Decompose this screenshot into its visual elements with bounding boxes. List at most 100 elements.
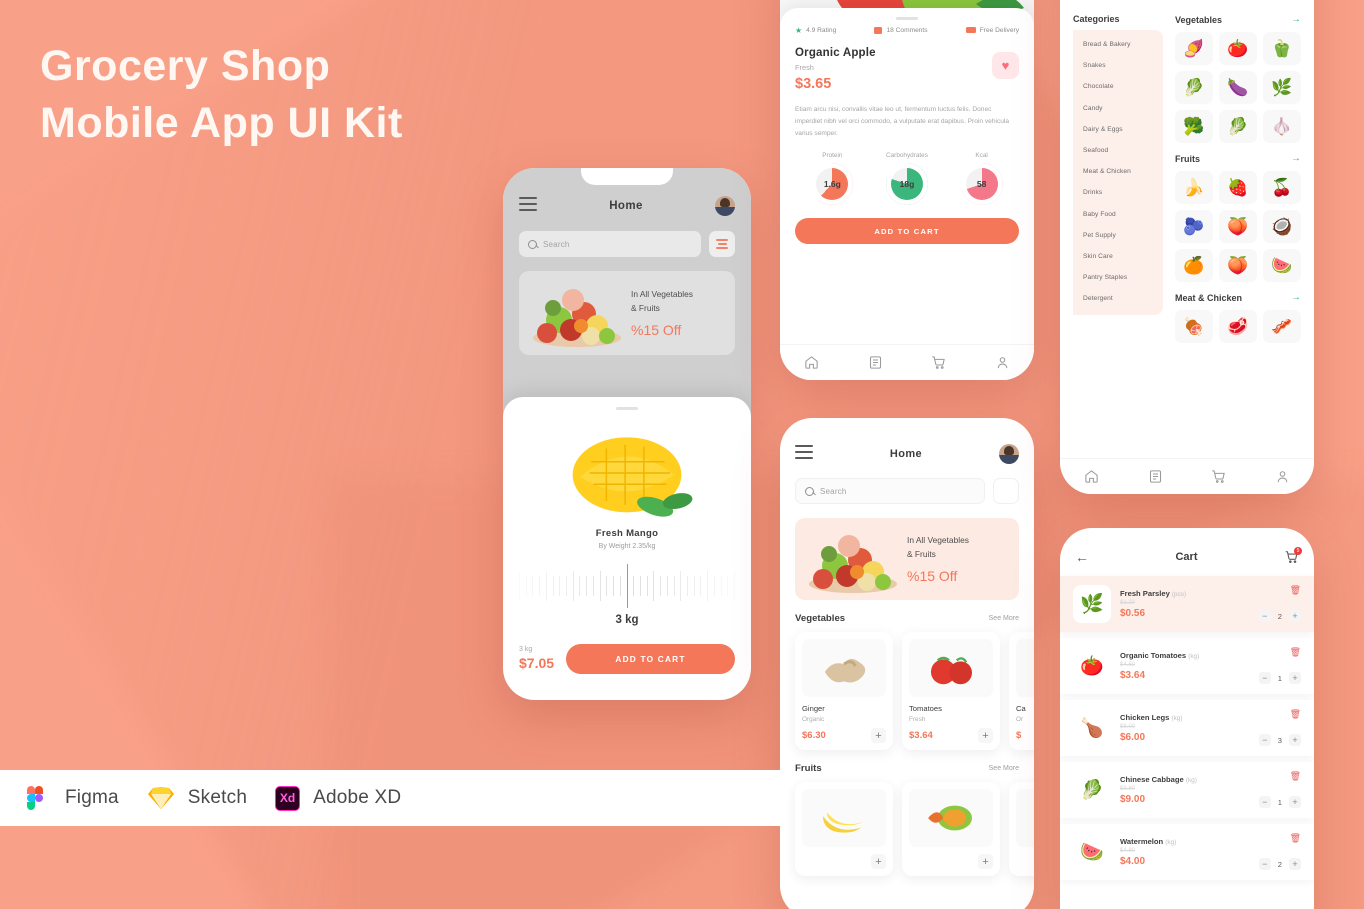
add-product-button[interactable]: + [871, 728, 886, 743]
promo-banner[interactable]: In All Vegetables & Fruits %15 Off [795, 518, 1019, 600]
arrow-right-icon[interactable]: → [1291, 153, 1301, 164]
category-thumbnail[interactable]: 🌿 [1263, 71, 1301, 104]
avatar[interactable] [715, 196, 735, 216]
category-item[interactable]: Seafood [1073, 140, 1163, 161]
cart-count-badge: 5 [1294, 547, 1302, 555]
decrease-quantity-button[interactable]: − [1258, 610, 1271, 622]
category-thumbnail[interactable]: 🍠 [1175, 32, 1213, 65]
category-item[interactable]: Skin Care [1073, 246, 1163, 267]
arrow-right-icon[interactable]: → [1291, 292, 1301, 303]
category-thumbnail[interactable]: 🫐 [1175, 210, 1213, 243]
category-thumbnail[interactable]: 🥓 [1263, 310, 1301, 343]
product-card[interactable]: Ginger Organic $6.30 + [795, 632, 893, 750]
tool-sketch[interactable]: Sketch [147, 786, 247, 810]
home-icon[interactable] [804, 355, 819, 370]
category-thumbnail[interactable]: 🍓 [1219, 171, 1257, 204]
decrease-quantity-button[interactable]: − [1258, 734, 1271, 746]
add-to-cart-button[interactable]: ADD TO CART [795, 218, 1019, 245]
cart-icon[interactable]: 5 [1284, 547, 1302, 564]
decrease-quantity-button[interactable]: − [1258, 796, 1271, 808]
promo-banner[interactable]: In All Vegetables & Fruits %15 Off [519, 271, 735, 355]
category-item[interactable]: Detergent [1073, 288, 1163, 309]
trash-icon[interactable]: 🗑 [1290, 833, 1301, 844]
sheet-grabber[interactable] [616, 407, 638, 410]
profile-icon[interactable] [995, 355, 1010, 370]
trash-icon[interactable]: 🗑 [1290, 771, 1301, 782]
heart-icon[interactable]: ♥ [992, 52, 1019, 79]
category-item[interactable]: Drinks [1073, 182, 1163, 203]
category-thumbnail[interactable]: 🥩 [1219, 310, 1257, 343]
weight-ruler-slider[interactable] [519, 563, 735, 608]
decrease-quantity-button[interactable]: − [1258, 858, 1271, 870]
category-thumbnail[interactable]: 🍊 [1175, 249, 1213, 282]
category-thumbnail[interactable]: 🍖 [1175, 310, 1213, 343]
search-input[interactable]: Search [795, 478, 985, 504]
increase-quantity-button[interactable]: + [1289, 672, 1301, 684]
cart-item-row[interactable]: 🥬 Chinese Cabbage (kg) $9.80 $9.00 🗑 −1 + [1060, 762, 1314, 818]
arrow-right-icon[interactable]: → [1291, 14, 1301, 25]
category-thumbnail[interactable]: 🧄 [1263, 110, 1301, 143]
avatar[interactable] [999, 444, 1019, 464]
category-item[interactable]: Pet Supply [1073, 225, 1163, 246]
product-card[interactable]: + [795, 782, 893, 876]
product-card[interactable]: + [902, 782, 1000, 876]
category-thumbnail[interactable]: 🍉 [1263, 249, 1301, 282]
cart-item-row[interactable]: 🍉 Watermelon (kg) $4.80 $4.00 🗑 −2 + [1060, 824, 1314, 880]
add-product-button[interactable]: + [978, 854, 993, 869]
tool-figma[interactable]: Figma [26, 785, 119, 811]
category-item[interactable]: Snakes [1073, 55, 1163, 76]
category-thumbnail[interactable]: 🍌 [1175, 171, 1213, 204]
increase-quantity-button[interactable]: + [1289, 796, 1301, 808]
category-thumbnail[interactable]: 🫑 [1263, 32, 1301, 65]
product-card-partial[interactable]: + [1009, 782, 1034, 876]
increase-quantity-button[interactable]: + [1289, 610, 1301, 622]
hamburger-icon[interactable] [519, 197, 537, 215]
list-icon[interactable] [1148, 469, 1163, 484]
category-thumbnail[interactable]: 🥬 [1175, 71, 1213, 104]
profile-icon[interactable] [1275, 469, 1290, 484]
increase-quantity-button[interactable]: + [1289, 858, 1301, 870]
list-icon[interactable] [868, 355, 883, 370]
tool-adobe-xd[interactable]: Xd Adobe XD [275, 785, 401, 811]
category-thumbnail[interactable]: 🥥 [1263, 210, 1301, 243]
category-item[interactable]: Chocolate [1073, 76, 1163, 97]
cart-item-row[interactable]: 🌿 Fresh Parsley (pcs) $1.20 $0.56 🗑 −2 + [1060, 576, 1314, 632]
sheet-grabber[interactable] [896, 17, 918, 20]
category-item[interactable]: Candy [1073, 98, 1163, 119]
trash-icon[interactable]: 🗑 [1290, 585, 1301, 596]
cart-icon[interactable] [931, 355, 946, 370]
category-item[interactable]: Baby Food [1073, 204, 1163, 225]
category-thumbnail[interactable]: 🍑 [1219, 210, 1257, 243]
category-item[interactable]: Bread & Bakery [1073, 34, 1163, 55]
category-thumbnail[interactable]: 🍅 [1219, 32, 1257, 65]
category-thumbnail[interactable]: 🥬 [1219, 110, 1257, 143]
add-to-cart-button[interactable]: ADD TO CART [566, 643, 735, 674]
filter-icon[interactable] [993, 478, 1019, 504]
back-arrow-icon[interactable]: ← [1075, 550, 1089, 564]
product-card[interactable]: Tomatoes Fresh $3.64 + [902, 632, 1000, 750]
category-thumbnail[interactable]: 🍑 [1219, 249, 1257, 282]
category-item[interactable]: Dairy & Eggs [1073, 119, 1163, 140]
trash-icon[interactable]: 🗑 [1290, 647, 1301, 658]
decrease-quantity-button[interactable]: − [1258, 672, 1271, 684]
category-thumbnail[interactable]: 🥦 [1175, 110, 1213, 143]
hamburger-icon[interactable] [795, 445, 813, 463]
add-product-button[interactable]: + [871, 854, 886, 869]
add-product-button[interactable]: + [978, 728, 993, 743]
trash-icon[interactable]: 🗑 [1290, 709, 1301, 720]
category-thumbnail[interactable]: 🍒 [1263, 171, 1301, 204]
see-more-link[interactable]: See More [989, 615, 1019, 622]
see-more-link[interactable]: See More [989, 765, 1019, 772]
category-item[interactable]: Meat & Chicken [1073, 161, 1163, 182]
product-card-partial[interactable]: Ca Or $ + [1009, 632, 1034, 750]
cart-icon[interactable] [1211, 469, 1226, 484]
search-input[interactable]: Search [519, 231, 701, 257]
cart-item-row[interactable]: 🍅 Organic Tomatoes (kg) $4.50 $3.64 🗑 −1 + [1060, 638, 1314, 694]
filter-icon[interactable] [709, 231, 735, 257]
cart-item-row[interactable]: 🍗 Chicken Legs (kg) $8.00 $6.00 🗑 −3 + [1060, 700, 1314, 756]
category-item[interactable]: Pantry Staples [1073, 267, 1163, 288]
home-icon[interactable] [1084, 469, 1099, 484]
category-thumbnail[interactable]: 🍆 [1219, 71, 1257, 104]
price-block: 3 kg $7.05 [519, 646, 554, 671]
increase-quantity-button[interactable]: + [1289, 734, 1301, 746]
